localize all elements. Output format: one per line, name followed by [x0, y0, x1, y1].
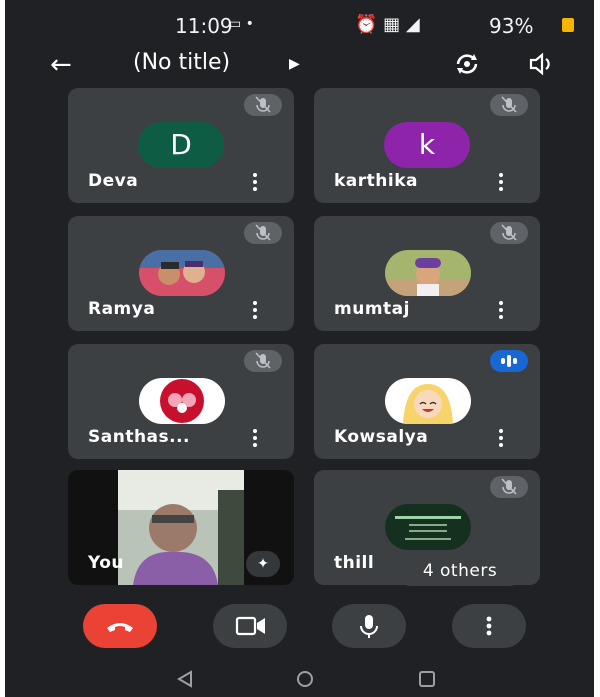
participant-name: Santhas...	[88, 427, 191, 447]
participant-name: Deva	[88, 171, 139, 191]
more-vert-icon	[486, 616, 492, 636]
avatar	[139, 378, 225, 424]
self-video-feed	[118, 470, 244, 585]
status-battery: 93%	[489, 14, 534, 38]
avatar: D	[138, 122, 224, 168]
mic-off-icon	[244, 94, 282, 116]
meet-screen: 11:09 ▭ • ⏰ ▦ ◢ 93% ← (No title) ▶ D Dev…	[5, 0, 594, 697]
participant-name: mumtaj	[334, 299, 410, 319]
mic-toggle-button[interactable]	[332, 604, 406, 648]
participant-tile[interactable]: Kowsalya	[314, 344, 540, 459]
hang-up-icon	[107, 623, 133, 632]
others-count[interactable]: 4 others	[396, 556, 524, 586]
more-vert-icon[interactable]	[498, 301, 504, 321]
mic-off-icon	[490, 94, 528, 116]
call-controls	[5, 598, 594, 654]
more-vert-icon[interactable]	[252, 173, 258, 193]
end-call-button[interactable]	[83, 604, 157, 648]
meeting-title[interactable]: (No title)	[133, 50, 230, 75]
participant-tile[interactable]: Ramya	[68, 216, 294, 331]
avatar	[385, 378, 471, 424]
back-arrow-icon[interactable]: ←	[50, 50, 72, 80]
mic-off-icon	[490, 476, 528, 498]
self-video-tile[interactable]: You ✦	[68, 470, 294, 585]
participant-tile[interactable]: D Deva	[68, 88, 294, 203]
nav-recents-icon[interactable]	[417, 670, 437, 688]
participant-tile[interactable]: mumtaj	[314, 216, 540, 331]
speaker-icon[interactable]	[525, 50, 555, 78]
top-bar: ← (No title) ▶	[5, 44, 594, 84]
camera-toggle-button[interactable]	[213, 604, 287, 648]
speaking-indicator-icon	[490, 350, 528, 372]
nav-home-icon[interactable]	[295, 670, 315, 688]
caret-right-icon[interactable]: ▶	[289, 56, 300, 72]
status-notification-icons: ▭ •	[228, 16, 254, 32]
status-system-icons: ⏰ ▦ ◢	[355, 14, 420, 35]
avatar	[139, 250, 225, 296]
participant-name: Ramya	[88, 299, 156, 319]
nav-back-icon[interactable]	[175, 670, 195, 688]
effects-sparkle-icon[interactable]: ✦	[246, 551, 280, 577]
more-vert-icon[interactable]	[498, 429, 504, 449]
more-vert-icon[interactable]	[252, 429, 258, 449]
videocam-icon	[235, 616, 265, 636]
avatar	[385, 250, 471, 296]
more-vert-icon[interactable]	[252, 301, 258, 321]
battery-icon	[562, 18, 574, 32]
participant-name: thill	[334, 553, 375, 573]
participant-tile[interactable]: Santhas...	[68, 344, 294, 459]
mic-icon	[360, 615, 378, 638]
mic-off-icon	[244, 350, 282, 372]
more-options-button[interactable]	[452, 604, 526, 648]
status-bar: 11:09 ▭ • ⏰ ▦ ◢ 93%	[5, 0, 594, 50]
android-nav-bar	[5, 660, 594, 697]
avatar	[385, 504, 471, 550]
mic-off-icon	[490, 222, 528, 244]
mic-off-icon	[244, 222, 282, 244]
avatar: k	[384, 122, 470, 168]
self-name: You	[88, 553, 125, 573]
switch-camera-icon[interactable]	[453, 50, 481, 78]
status-time: 11:09	[175, 14, 233, 38]
participant-tile[interactable]: k karthika	[314, 88, 540, 203]
participant-name: karthika	[334, 171, 418, 191]
more-vert-icon[interactable]	[498, 173, 504, 193]
participant-name: Kowsalya	[334, 427, 429, 447]
